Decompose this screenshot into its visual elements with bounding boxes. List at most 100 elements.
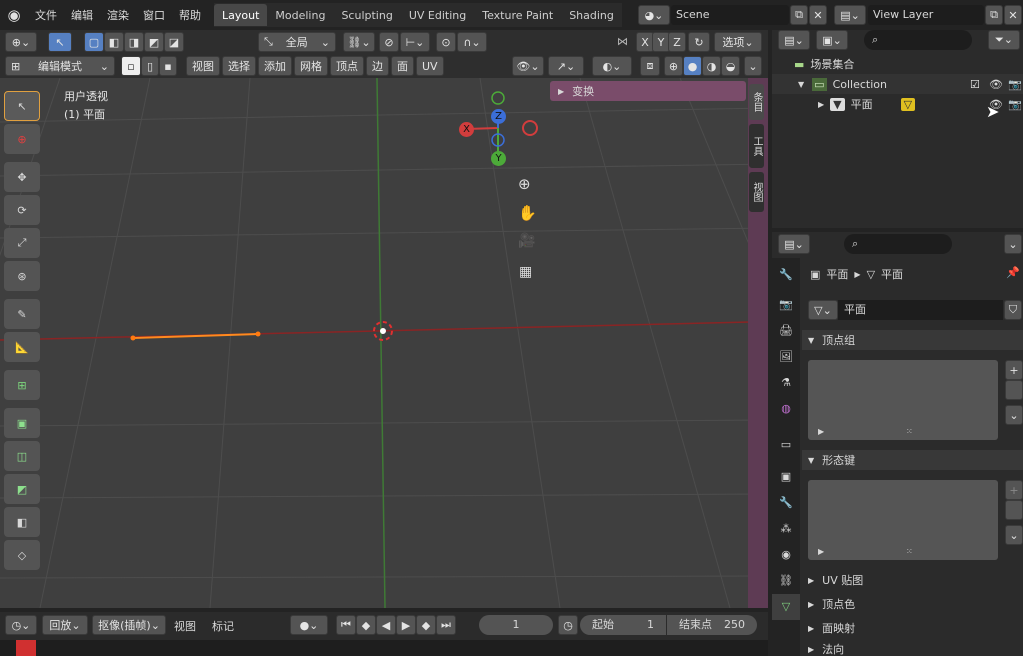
- scene-copy-icon[interactable]: ⧉: [790, 5, 808, 25]
- properties-editor-type[interactable]: ▤⌄: [778, 234, 810, 254]
- camera-icon[interactable]: 📷: [1008, 78, 1022, 91]
- view-layer-tab-icon[interactable]: 🖼: [772, 344, 800, 370]
- transform-orientation-dropdown[interactable]: ⤡ 全局 ⌄: [258, 32, 336, 52]
- tab-shading[interactable]: Shading: [561, 4, 622, 26]
- zoom-icon[interactable]: ⊕: [518, 175, 531, 193]
- navigation-gizmo[interactable]: X Z Y: [452, 90, 544, 170]
- jump-end-icon[interactable]: ⏭: [436, 615, 456, 635]
- mesh-browse-dropdown[interactable]: ▽⌄: [808, 300, 838, 320]
- extrude-tool-icon[interactable]: ▣: [4, 408, 40, 438]
- panel-vertex-groups[interactable]: ▼ 顶点组: [802, 330, 1023, 350]
- select-new-icon[interactable]: ▢: [84, 32, 104, 52]
- n-panel-transform[interactable]: ▶ 变换: [550, 81, 746, 101]
- view-layer-field[interactable]: View Layer: [868, 5, 984, 25]
- select-difference-icon[interactable]: ◩: [144, 32, 164, 52]
- record-button[interactable]: ●⌄: [290, 615, 328, 635]
- modifier-tab-icon[interactable]: 🔧: [772, 490, 800, 516]
- menu-select[interactable]: 选择: [222, 56, 256, 76]
- eye-icon[interactable]: 👁: [989, 78, 1003, 91]
- remove-vertex-group-button[interactable]: [1005, 380, 1023, 400]
- pivot-point-dropdown[interactable]: ⛓⌄: [343, 32, 375, 52]
- pin-icon[interactable]: 📌: [1006, 266, 1020, 279]
- preview-range-icon[interactable]: ◷: [558, 615, 578, 635]
- gizmo-x[interactable]: X: [459, 122, 474, 137]
- tab-modeling[interactable]: Modeling: [267, 4, 333, 26]
- select-tool-icon[interactable]: ↖: [48, 32, 72, 52]
- gizmo-toggle-dropdown[interactable]: ↗⌄: [548, 56, 584, 76]
- inset-tool-icon[interactable]: ◫: [4, 441, 40, 471]
- blender-logo-icon[interactable]: ◉: [0, 0, 28, 30]
- current-frame-field[interactable]: 1: [479, 615, 553, 635]
- tab-sculpting[interactable]: Sculpting: [333, 4, 400, 26]
- gizmo-z[interactable]: Z: [491, 109, 506, 124]
- select-box-tool-icon[interactable]: ↖: [4, 91, 40, 121]
- menu-file[interactable]: 文件: [28, 7, 64, 23]
- next-keyframe-icon[interactable]: ◆: [416, 615, 436, 635]
- timeline-scrubbing-area[interactable]: [0, 640, 768, 656]
- menu-face[interactable]: 面: [391, 56, 414, 76]
- disclosure-closed-icon[interactable]: ▶: [818, 100, 824, 109]
- properties-search-input[interactable]: ⌕: [844, 234, 952, 254]
- scene-tab-icon[interactable]: ⚗: [772, 370, 800, 396]
- tab-view[interactable]: 视图: [749, 172, 764, 212]
- filter-dropdown[interactable]: ⏷⌄: [988, 30, 1020, 50]
- menu-render[interactable]: 渲染: [100, 7, 136, 23]
- view-layer-copy-icon[interactable]: ⧉: [985, 5, 1003, 25]
- snap-target-dropdown[interactable]: ⊢⌄: [400, 32, 430, 52]
- panel-normals[interactable]: ▶ 法向: [802, 642, 1023, 656]
- scene-field[interactable]: Scene: [671, 5, 789, 25]
- camera-view-icon[interactable]: 🎥: [518, 233, 535, 249]
- shape-key-menu-button[interactable]: ⌄: [1005, 525, 1023, 545]
- tab-layout[interactable]: Layout: [214, 4, 268, 26]
- prev-keyframe-icon[interactable]: ◆: [356, 615, 376, 635]
- add-vertex-group-button[interactable]: +: [1005, 360, 1023, 380]
- knife-tool-icon[interactable]: ◇: [4, 540, 40, 570]
- timeline-menu-view[interactable]: 视图: [174, 618, 196, 634]
- panel-face-maps[interactable]: ▶ 面映射: [802, 618, 1023, 638]
- outliner-row-scene-collection[interactable]: ▬ 场景集合: [772, 54, 1023, 74]
- outliner-search-input[interactable]: ⌕: [864, 30, 972, 50]
- properties-options-dropdown[interactable]: ⌄: [1004, 234, 1022, 254]
- annotate-tool-icon[interactable]: ✎: [4, 299, 40, 329]
- particles-tab-icon[interactable]: ⁂: [772, 516, 800, 542]
- start-frame-field[interactable]: 起始 1: [580, 615, 666, 635]
- outliner-row-collection[interactable]: ▼ ▭ Collection ☑ 👁 📷: [772, 74, 1023, 94]
- playhead[interactable]: [16, 640, 36, 656]
- playback-dropdown[interactable]: 回放 ⌄: [42, 615, 88, 635]
- object-tab-icon[interactable]: ▣: [772, 464, 800, 490]
- mesh-data-tab-icon[interactable]: ▽: [772, 594, 800, 620]
- transform-tool-icon[interactable]: ⊛: [4, 261, 40, 291]
- rotate-tool-icon[interactable]: ⟳: [4, 195, 40, 225]
- panel-vertex-colors[interactable]: ▶ 顶点色: [802, 594, 1023, 614]
- add-cube-tool-icon[interactable]: ⊞: [4, 370, 40, 400]
- vertex-groups-list[interactable]: ▶ ⁙: [808, 360, 998, 440]
- mesh-name-field[interactable]: 平面: [838, 300, 1003, 320]
- menu-edge[interactable]: 边: [366, 56, 389, 76]
- xray-toggle[interactable]: ⧈: [640, 56, 660, 76]
- output-tab-icon[interactable]: 🖨: [772, 318, 800, 344]
- options-dropdown[interactable]: 选项 ⌄: [714, 32, 762, 52]
- play-reverse-icon[interactable]: ◀: [376, 615, 396, 635]
- auto-merge-icon[interactable]: ↻: [688, 32, 710, 52]
- pan-hand-icon[interactable]: ✋: [518, 204, 537, 222]
- solid-shading-icon[interactable]: ●: [683, 56, 702, 76]
- vertex-group-menu-button[interactable]: ⌄: [1005, 405, 1023, 425]
- bevel-tool-icon[interactable]: ◩: [4, 474, 40, 504]
- add-shape-key-button[interactable]: +: [1005, 480, 1023, 500]
- menu-edit[interactable]: 编辑: [64, 7, 100, 23]
- shading-options-dropdown[interactable]: ⌄: [744, 56, 762, 76]
- checkbox-icon[interactable]: ☑: [970, 78, 980, 91]
- disclosure-open-icon[interactable]: ▼: [798, 80, 804, 89]
- list-expand-icon[interactable]: ▶: [818, 547, 824, 556]
- gizmo-y[interactable]: Y: [491, 151, 506, 166]
- tab-tool[interactable]: 工具: [749, 124, 764, 168]
- select-subtract-icon[interactable]: ◨: [124, 32, 144, 52]
- tab-uv-editing[interactable]: UV Editing: [401, 4, 474, 26]
- material-shading-icon[interactable]: ◑: [702, 56, 721, 76]
- list-expand-icon[interactable]: ▶: [818, 427, 824, 436]
- menu-vertex[interactable]: 顶点: [330, 56, 364, 76]
- menu-window[interactable]: 窗口: [136, 7, 172, 23]
- end-frame-field[interactable]: 结束点 250: [667, 615, 757, 635]
- mode-dropdown[interactable]: ⊞ 编辑模式 ⌄: [5, 56, 115, 76]
- snap-toggle[interactable]: ⊘: [379, 32, 399, 52]
